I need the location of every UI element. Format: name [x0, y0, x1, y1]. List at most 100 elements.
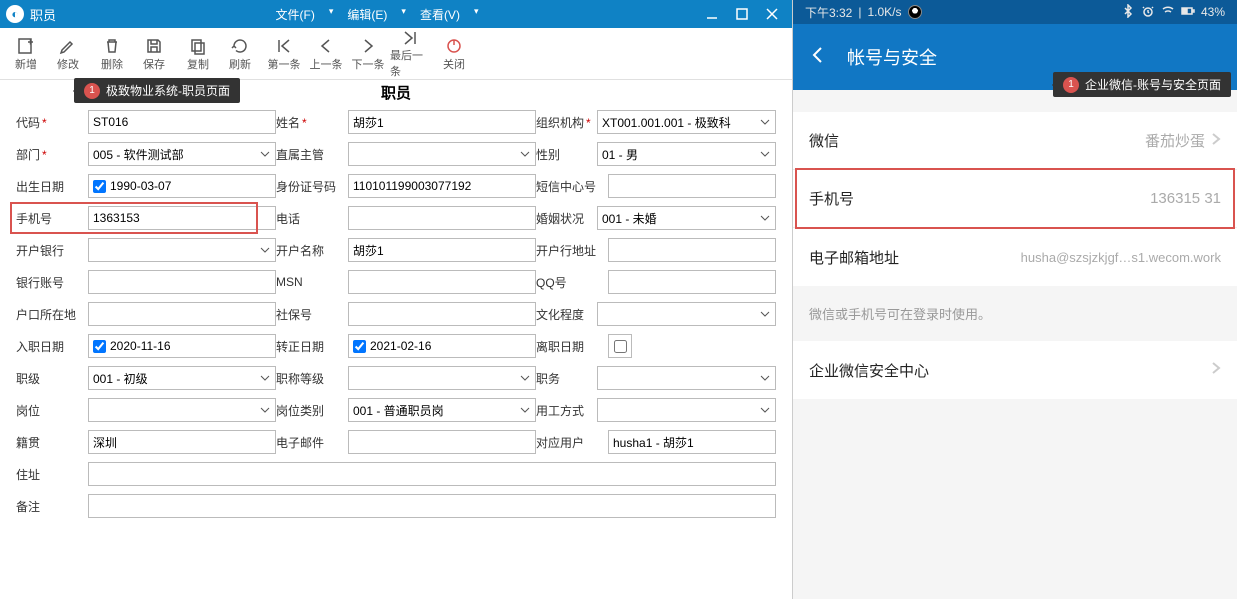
select-rank[interactable] [88, 366, 276, 390]
edit-button[interactable]: 修改 [48, 32, 88, 76]
new-button[interactable]: 新增 [6, 32, 46, 76]
select-edu[interactable] [597, 302, 776, 326]
toolbar: 新增 修改 删除 保存 复制 刷新 第一条 上一条 下一条 最后一条 关闭 [0, 28, 792, 80]
back-button[interactable] [807, 44, 829, 71]
alarm-icon [1141, 4, 1155, 21]
label-marital: 婚姻状况 [536, 210, 597, 227]
mobile-screen: 下午3:32 | 1.0K/s 43% 帐号与安全 企业微信-账号与安全页面 微… [793, 0, 1237, 599]
input-ssn[interactable] [348, 302, 536, 326]
label-user: 对应用户 [536, 434, 608, 451]
item-weixin[interactable]: 微信 番茄炒蛋 [793, 112, 1237, 170]
menu-edit-arrow: ▾ [401, 6, 406, 23]
label-rank: 职级 [16, 370, 88, 387]
item-phone[interactable]: 手机号 136315 31 [793, 170, 1237, 228]
label-idno: 身份证号码 [276, 178, 348, 195]
first-button[interactable]: 第一条 [264, 32, 304, 76]
refresh-button[interactable]: 刷新 [220, 32, 260, 76]
date-leave[interactable] [608, 334, 632, 358]
date-hire[interactable]: 2020-11-16 [88, 334, 276, 358]
prev-button[interactable]: 上一条 [306, 32, 346, 76]
label-edu: 文化程度 [536, 306, 597, 323]
label-hukou: 户口所在地 [16, 306, 88, 323]
input-user[interactable] [608, 430, 776, 454]
next-button[interactable]: 下一条 [348, 32, 388, 76]
select-title[interactable] [348, 366, 536, 390]
last-button[interactable]: 最后一条 [390, 32, 430, 76]
menu-file-arrow: ▾ [329, 6, 334, 23]
minimize-button[interactable] [698, 3, 726, 25]
input-acctname[interactable] [348, 238, 536, 262]
input-phone[interactable] [88, 206, 276, 230]
input-bankaddr[interactable] [608, 238, 776, 262]
checkbox-reg[interactable] [353, 340, 366, 353]
mobile-list-2: 企业微信安全中心 [793, 341, 1237, 399]
input-hukou[interactable] [88, 302, 276, 326]
input-email[interactable] [348, 430, 536, 454]
input-address[interactable] [88, 462, 776, 486]
mobile-statusbar: 下午3:32 | 1.0K/s 43% [793, 0, 1237, 24]
delete-button[interactable]: 删除 [92, 32, 132, 76]
mobile-note: 微信或手机号可在登录时使用。 [793, 286, 1237, 341]
form-area: 代码* 姓名* 组织机构* 部门* 直属主管 性别 出生日期1990-03-07… [0, 110, 792, 526]
label-bank: 开户银行 [16, 242, 88, 259]
save-button[interactable]: 保存 [134, 32, 174, 76]
date-birth[interactable]: 1990-03-07 [88, 174, 276, 198]
close-button[interactable] [758, 3, 786, 25]
label-duty: 职务 [536, 370, 597, 387]
input-idno[interactable] [348, 174, 536, 198]
input-native[interactable] [88, 430, 276, 454]
label-hiredate: 入职日期 [16, 338, 88, 355]
label-org: 组织机构* [536, 114, 597, 131]
status-battery: 43% [1201, 5, 1225, 19]
select-employtype[interactable] [597, 398, 776, 422]
label-bankaddr: 开户行地址 [536, 242, 608, 259]
select-marital[interactable] [597, 206, 776, 230]
checkbox-leave[interactable] [614, 340, 627, 353]
select-posttype[interactable] [348, 398, 536, 422]
maximize-button[interactable] [728, 3, 756, 25]
status-speed: 1.0K/s [867, 5, 901, 19]
select-duty[interactable] [597, 366, 776, 390]
input-code[interactable] [88, 110, 276, 134]
select-gender[interactable] [597, 142, 776, 166]
select-post[interactable] [88, 398, 276, 422]
input-remark[interactable] [88, 494, 776, 518]
input-tel[interactable] [348, 206, 536, 230]
window-title: 职员 [30, 5, 56, 24]
item-security[interactable]: 企业微信安全中心 [793, 341, 1237, 399]
annotation-left: 极致物业系统-职员页面 [74, 78, 240, 103]
mobile-title: 帐号与安全 [847, 44, 937, 70]
checkbox-hire[interactable] [93, 340, 106, 353]
input-qq[interactable] [608, 270, 776, 294]
checkbox-birth[interactable] [93, 180, 106, 193]
mobile-list-1: 微信 番茄炒蛋 手机号 136315 31 电子邮箱地址 husha@szsjz… [793, 112, 1237, 286]
close-form-button[interactable]: 关闭 [434, 32, 474, 76]
select-dept[interactable] [88, 142, 276, 166]
menu-view[interactable]: 查看(V) [420, 6, 460, 23]
item-email[interactable]: 电子邮箱地址 husha@szsjzkjgf…s1.wecom.work [793, 228, 1237, 286]
select-manager[interactable] [348, 142, 536, 166]
input-msn[interactable] [348, 270, 536, 294]
menu-file[interactable]: 文件(F) [276, 6, 315, 23]
menu-edit[interactable]: 编辑(E) [347, 6, 387, 23]
battery-icon [1181, 4, 1195, 21]
label-manager: 直属主管 [276, 146, 348, 163]
input-smscenter[interactable] [608, 174, 776, 198]
input-name[interactable] [348, 110, 536, 134]
chevron-right-icon [1211, 361, 1221, 379]
qq-icon [908, 5, 922, 19]
date-reg[interactable]: 2021-02-16 [348, 334, 536, 358]
desktop-app-window: ◐ 职员 文件(F) ▾ 编辑(E) ▾ 查看(V) ▾ 新增 修改 删除 保存… [0, 0, 793, 599]
label-bankacct: 银行账号 [16, 274, 88, 291]
select-org[interactable] [597, 110, 776, 134]
label-qq: QQ号 [536, 274, 608, 291]
copy-button[interactable]: 复制 [178, 32, 218, 76]
annotation-right: 企业微信-账号与安全页面 [1053, 72, 1231, 97]
label-phone: 手机号 [16, 210, 88, 227]
label-regdate: 转正日期 [276, 338, 348, 355]
wifi-icon [1161, 4, 1175, 21]
input-bankacct[interactable] [88, 270, 276, 294]
label-post: 岗位 [16, 402, 88, 419]
titlebar: ◐ 职员 文件(F) ▾ 编辑(E) ▾ 查看(V) ▾ [0, 0, 792, 28]
select-bank[interactable] [88, 238, 276, 262]
